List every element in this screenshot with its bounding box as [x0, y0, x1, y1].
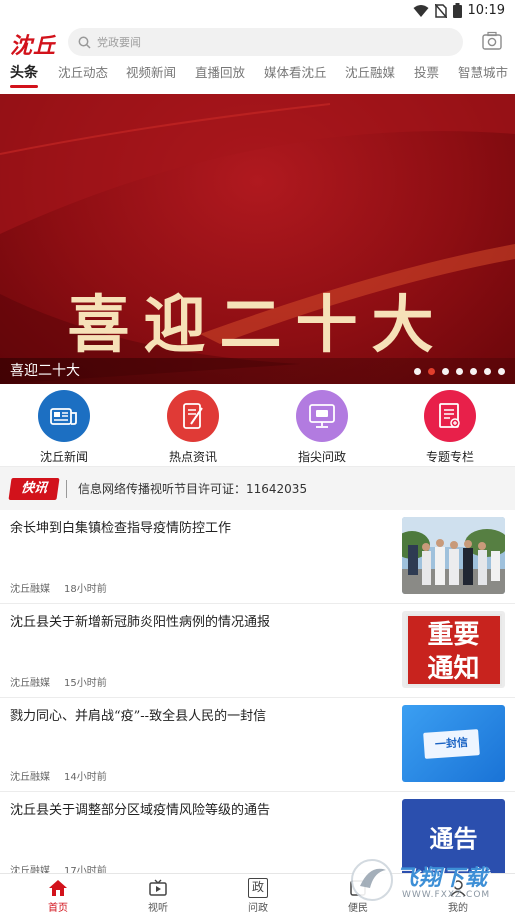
- home-icon: [49, 880, 67, 896]
- quick-entry-zhijian-wenzheng[interactable]: 指尖问政: [277, 390, 367, 465]
- watermark-text: 飞翔下载: [396, 866, 489, 891]
- quick-entry-hot-news[interactable]: 热点资讯: [148, 390, 238, 465]
- watermark-url: WWW.FXXZ.COM: [402, 890, 491, 900]
- status-time: 10:19: [467, 3, 505, 18]
- letter-card: 一封信: [423, 729, 480, 759]
- carousel-dot[interactable]: [442, 368, 449, 375]
- tab-shenqiu-news[interactable]: 沈丘动态: [58, 62, 108, 90]
- banner-title: 喜迎二十大: [67, 288, 448, 361]
- wifi-icon: [413, 4, 429, 17]
- notice-text-bottom: 通知: [427, 653, 480, 684]
- site-watermark: 飞翔下载 WWW.FXXZ.COM: [348, 856, 508, 912]
- zheng-icon: 政: [248, 878, 268, 898]
- news-time: 18小时前: [64, 584, 107, 595]
- nav-wenzheng[interactable]: 政 问政: [228, 878, 288, 914]
- app-logo[interactable]: 沈丘: [10, 28, 56, 60]
- nav-label: 视听: [148, 903, 168, 914]
- tab-video-news[interactable]: 视频新闻: [126, 62, 176, 90]
- tab-media-view[interactable]: 媒体看沈丘: [264, 62, 327, 90]
- news-meta: 沈丘融媒 18小时前: [10, 580, 107, 595]
- news-source: 沈丘融媒: [10, 772, 50, 783]
- quick-entry-label: 沈丘新闻: [39, 450, 88, 464]
- quick-entry-label: 指尖问政: [297, 450, 346, 464]
- news-title: 戮力同心、并肩战“疫”--致全县人民的一封信: [10, 709, 267, 724]
- news-meta: 沈丘融媒 15小时前: [10, 674, 107, 689]
- news-item[interactable]: 余长坤到白集镇检查指导疫情防控工作 沈丘融媒 18小时前: [0, 510, 515, 604]
- news-item[interactable]: 戮力同心、并肩战“疫”--致全县人民的一封信 沈丘融媒 14小时前 一封信: [0, 698, 515, 792]
- phone-news-icon: [167, 390, 219, 442]
- status-bar: 10:19: [0, 0, 515, 24]
- search-bar[interactable]: [68, 28, 463, 56]
- no-sim-icon: [434, 3, 447, 18]
- document-icon: [424, 390, 476, 442]
- news-title: 沈丘县关于调整部分区域疫情风险等级的通告: [10, 803, 271, 818]
- nav-label: 首页: [48, 903, 68, 914]
- notice-text-top: 重要: [427, 619, 480, 650]
- quick-entry-shenqiu-news[interactable]: 沈丘新闻: [19, 390, 109, 465]
- header: 沈丘: [0, 24, 515, 60]
- news-thumbnail-notice: 重要 通知: [402, 611, 505, 688]
- banner-carousel[interactable]: 喜迎二十大 喜迎二十大: [0, 94, 515, 384]
- quick-entry-special-topics[interactable]: 专题专栏: [405, 390, 495, 465]
- monitor-icon: [296, 390, 348, 442]
- status-icons: 10:19: [413, 3, 505, 18]
- news-thumbnail-letter: 一封信: [402, 705, 505, 782]
- news-thumbnail-photo: [402, 517, 505, 594]
- battery-icon: [452, 3, 462, 18]
- carousel-dot[interactable]: [414, 368, 421, 375]
- news-title: 余长坤到白集镇检查指导疫情防控工作: [10, 521, 232, 536]
- tab-rongmei[interactable]: 沈丘融媒: [345, 62, 395, 90]
- carousel-dot[interactable]: [498, 368, 505, 375]
- carousel-dot[interactable]: [484, 368, 491, 375]
- news-list: 余长坤到白集镇检查指导疫情防控工作 沈丘融媒 18小时前 沈丘县关于新增新冠肺炎…: [0, 510, 515, 886]
- newspaper-icon: [38, 390, 90, 442]
- carousel-dot-active[interactable]: [428, 368, 435, 375]
- flash-news-bar[interactable]: 快讯 信息网络传播视听节目许可证：11642035: [0, 466, 515, 510]
- news-meta: 沈丘融媒 14小时前: [10, 768, 107, 783]
- flash-news-badge: 快讯: [8, 478, 60, 500]
- category-tabs: 头条 沈丘动态 视频新闻 直播回放 媒体看沈丘 沈丘融媒 投票 智慧城市: [0, 62, 515, 92]
- search-input[interactable]: [97, 35, 427, 49]
- nav-home[interactable]: 首页: [28, 878, 88, 914]
- flash-news-text: 信息网络传播视听节目许可证：11642035: [78, 482, 308, 496]
- news-source: 沈丘融媒: [10, 678, 50, 689]
- announce-text: 通告: [429, 825, 478, 853]
- divider: [66, 480, 67, 498]
- news-item[interactable]: 沈丘县关于新增新冠肺炎阳性病例的情况通报 沈丘融媒 15小时前 重要 通知: [0, 604, 515, 698]
- news-source: 沈丘融媒: [10, 584, 50, 595]
- carousel-indicators: [414, 368, 505, 375]
- quick-entry-label: 专题专栏: [425, 450, 474, 464]
- quick-entries: 沈丘新闻 热点资讯 指尖问政 专题专栏: [0, 390, 515, 464]
- tv-icon: [149, 879, 167, 896]
- tab-live-replay[interactable]: 直播回放: [195, 62, 245, 90]
- news-time: 14小时前: [64, 772, 107, 783]
- banner-caption: 喜迎二十大: [10, 363, 80, 379]
- camera-icon[interactable]: [481, 30, 503, 52]
- quick-entry-label: 热点资讯: [168, 450, 217, 464]
- news-title: 沈丘县关于新增新冠肺炎阳性病例的情况通报: [10, 615, 271, 630]
- carousel-dot[interactable]: [456, 368, 463, 375]
- tab-headline[interactable]: 头条: [6, 62, 42, 90]
- nav-label: 问政: [248, 903, 268, 914]
- news-time: 15小时前: [64, 678, 107, 689]
- tab-smart-city[interactable]: 智慧城市: [458, 62, 508, 90]
- carousel-dot[interactable]: [470, 368, 477, 375]
- search-icon: [78, 36, 91, 49]
- tab-vote[interactable]: 投票: [414, 62, 439, 90]
- nav-video[interactable]: 视听: [128, 878, 188, 914]
